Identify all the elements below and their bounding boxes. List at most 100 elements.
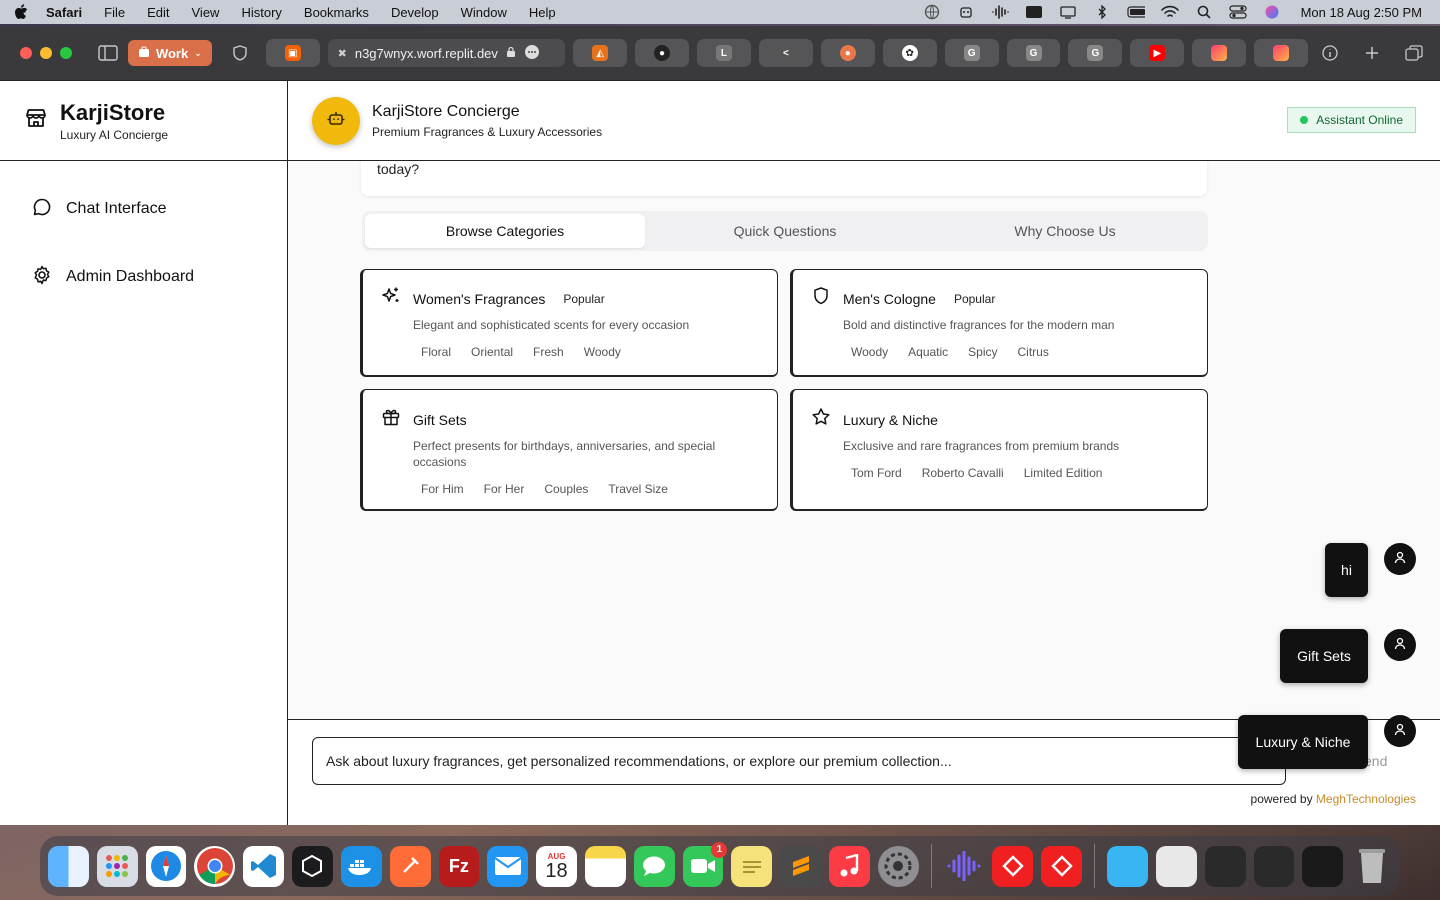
chat-input[interactable]: Ask about luxury fragrances, get persona… — [312, 737, 1286, 785]
tab-replit[interactable]: ▣ — [265, 39, 320, 67]
tab-overview-icon[interactable] — [1400, 41, 1428, 65]
tag-chip[interactable]: Couples — [536, 478, 596, 500]
trash-icon[interactable] — [1351, 846, 1392, 887]
stickies-icon[interactable] — [731, 845, 773, 887]
tab-code[interactable]: < — [758, 39, 813, 67]
tab-quick-questions[interactable]: Quick Questions — [645, 214, 925, 248]
bluetooth-icon[interactable] — [1093, 5, 1111, 19]
tag-chip[interactable]: Oriental — [463, 341, 521, 363]
menu-develop[interactable]: Develop — [391, 5, 439, 20]
downloads-folder-icon[interactable] — [1107, 845, 1148, 887]
control-center-icon[interactable] — [1228, 5, 1247, 19]
powered-by-link[interactable]: MeghTechnologies — [1316, 792, 1416, 806]
apple-logo-icon[interactable] — [14, 4, 28, 20]
category-card-womens-fragrances[interactable]: Women's Fragrances Popular Elegant and s… — [360, 269, 778, 377]
siri-icon[interactable] — [1263, 5, 1281, 19]
launchpad-icon[interactable] — [96, 845, 138, 887]
menubar-clock[interactable]: Mon 18 Aug 2:50 PM — [1301, 5, 1422, 20]
tag-chip[interactable]: Roberto Cavalli — [914, 462, 1012, 484]
menu-window[interactable]: Window — [461, 5, 507, 20]
chrome-icon[interactable] — [194, 845, 236, 887]
notes-icon[interactable] — [584, 845, 626, 887]
category-card-luxury-niche[interactable]: Luxury & Niche Exclusive and rare fragra… — [790, 389, 1208, 511]
nav-item-chat-interface[interactable]: Chat Interface — [0, 197, 287, 221]
display-icon[interactable] — [1059, 5, 1077, 19]
vscode-icon[interactable] — [243, 845, 285, 887]
close-window-button[interactable] — [20, 47, 32, 59]
nav-item-admin-dashboard[interactable]: Admin Dashboard — [0, 265, 287, 289]
tab-inbox[interactable]: ◭ — [573, 39, 628, 67]
tag-chip[interactable]: Tom Ford — [843, 462, 910, 484]
menu-history[interactable]: History — [241, 5, 281, 20]
cloud-app-icon[interactable] — [1025, 5, 1043, 19]
more-options-icon[interactable] — [524, 44, 540, 63]
tag-chip[interactable]: Citrus — [1010, 341, 1057, 363]
tag-chip[interactable]: Travel Size — [600, 478, 676, 500]
tab-gradient-app-2[interactable] — [1254, 39, 1309, 67]
recent-window-thumbnail[interactable] — [1302, 845, 1344, 887]
tag-chip[interactable]: Floral — [413, 341, 459, 363]
music-icon[interactable] — [829, 845, 870, 887]
tag-chip[interactable]: For Him — [413, 478, 472, 500]
anydesk-alt-icon[interactable] — [1041, 845, 1083, 887]
voice-memos-icon[interactable] — [944, 846, 985, 887]
tab-g1[interactable]: G — [944, 39, 999, 67]
anydesk-icon[interactable] — [992, 845, 1034, 887]
tag-chip[interactable]: Limited Edition — [1016, 462, 1111, 484]
sublime-text-icon[interactable] — [780, 845, 821, 887]
tab-l[interactable]: L — [697, 39, 751, 67]
postman-icon[interactable] — [389, 845, 431, 887]
menu-file[interactable]: File — [104, 5, 125, 20]
safari-icon[interactable] — [145, 845, 187, 887]
recent-window-thumbnail[interactable] — [1204, 845, 1246, 887]
tab-browse-categories[interactable]: Browse Categories — [365, 214, 645, 248]
spotlight-search-icon[interactable] — [1195, 5, 1213, 19]
tab-gradient-app-1[interactable] — [1192, 39, 1247, 67]
wifi-icon[interactable] — [1160, 5, 1179, 19]
sidebar-toggle-icon[interactable] — [94, 41, 122, 65]
url-text[interactable]: n3g7wnyx.worf.replit.dev — [355, 46, 498, 61]
tag-chip[interactable]: Spicy — [960, 341, 1005, 363]
minimize-window-button[interactable] — [40, 47, 52, 59]
tag-chip[interactable]: Woody — [576, 341, 629, 363]
robot-menu-icon[interactable] — [957, 5, 975, 19]
tab-g3[interactable]: G — [1068, 39, 1123, 67]
docker-icon[interactable] — [340, 845, 382, 887]
menu-view[interactable]: View — [192, 5, 220, 20]
mail-icon[interactable] — [487, 845, 529, 887]
category-card-mens-cologne[interactable]: Men's Cologne Popular Bold and distincti… — [790, 269, 1208, 377]
finder-icon[interactable] — [48, 845, 89, 887]
privacy-shield-icon[interactable] — [226, 41, 254, 65]
audio-waveform-icon[interactable] — [991, 5, 1009, 19]
tab-orange-app[interactable]: ● — [820, 39, 875, 67]
tag-chip[interactable]: For Her — [476, 478, 533, 500]
menu-help[interactable]: Help — [529, 5, 556, 20]
close-tab-icon[interactable]: ✖ — [338, 47, 347, 60]
facetime-icon[interactable]: 1 — [682, 841, 728, 887]
category-card-gift-sets[interactable]: Gift Sets Perfect presents for birthdays… — [360, 389, 778, 511]
tag-chip[interactable]: Fresh — [525, 341, 572, 363]
new-tab-icon[interactable] — [1358, 41, 1386, 65]
tab-openai[interactable]: ✿ — [882, 39, 937, 67]
messages-icon[interactable] — [633, 845, 675, 887]
vpn-globe-icon[interactable] — [923, 4, 941, 20]
calendar-icon[interactable]: AUG 18 — [536, 845, 577, 887]
filezilla-icon[interactable]: Fz — [438, 845, 480, 887]
tag-chip[interactable]: Woody — [843, 341, 896, 363]
battery-icon[interactable] — [1126, 5, 1145, 19]
system-settings-icon[interactable] — [877, 845, 919, 887]
tab-active-url[interactable]: ✖ n3g7wnyx.worf.replit.dev — [327, 39, 566, 67]
tab-g2[interactable]: G — [1006, 39, 1061, 67]
tab-why-choose-us[interactable]: Why Choose Us — [925, 214, 1205, 248]
tag-chip[interactable]: Aquatic — [900, 341, 956, 363]
tab-youtube[interactable]: ▶ — [1130, 39, 1185, 67]
recent-window-thumbnail[interactable] — [1155, 845, 1197, 887]
profile-work-button[interactable]: Work ⌄ — [127, 40, 212, 66]
menu-edit[interactable]: Edit — [147, 5, 169, 20]
recent-window-thumbnail[interactable] — [1253, 845, 1295, 887]
menu-bookmarks[interactable]: Bookmarks — [304, 5, 369, 20]
zoom-window-button[interactable] — [60, 47, 72, 59]
cube-app-icon[interactable] — [292, 845, 333, 887]
tab-github[interactable]: ● — [635, 39, 690, 67]
info-icon[interactable] — [1316, 41, 1344, 65]
